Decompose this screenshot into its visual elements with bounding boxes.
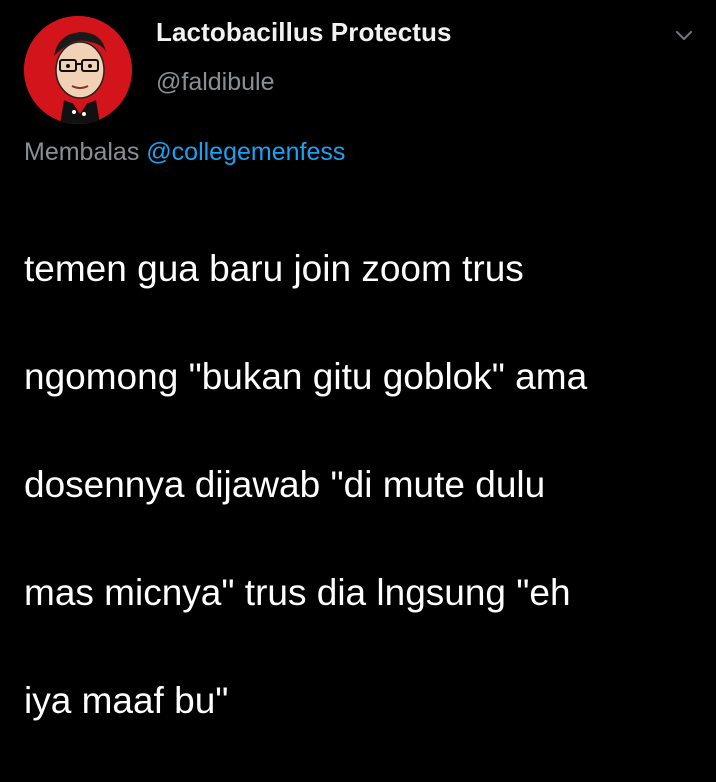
author-handle[interactable]: @faldibule	[156, 66, 275, 98]
tweet-text-line: mas micnya" trus dia lngsung "eh	[24, 572, 571, 613]
tweet-text-line: iya maaf bu"	[24, 680, 229, 721]
reply-prefix: Membalas	[24, 138, 140, 166]
cartoon-face-avatar-icon	[24, 16, 132, 124]
tweet-text-line: dosennya dijawab "di mute dulu	[24, 464, 546, 505]
tweet-text-line: ngomong "bukan gitu goblok" ama	[24, 356, 588, 397]
reply-mention-link[interactable]: @collegemenfess	[146, 138, 345, 166]
tweet-card: Lactobacillus Protectus @faldibule Memba…	[0, 0, 716, 721]
reply-context: Membalas @collegemenfess	[24, 136, 345, 168]
avatar[interactable]	[24, 16, 132, 124]
chevron-down-icon[interactable]	[673, 24, 695, 46]
author-display-name[interactable]: Lactobacillus Protectus	[156, 16, 452, 48]
tweet-text-line: temen gua baru join zoom trus	[24, 248, 524, 289]
tweet-body: temen gua baru join zoom trus ngomong "b…	[24, 188, 704, 782]
